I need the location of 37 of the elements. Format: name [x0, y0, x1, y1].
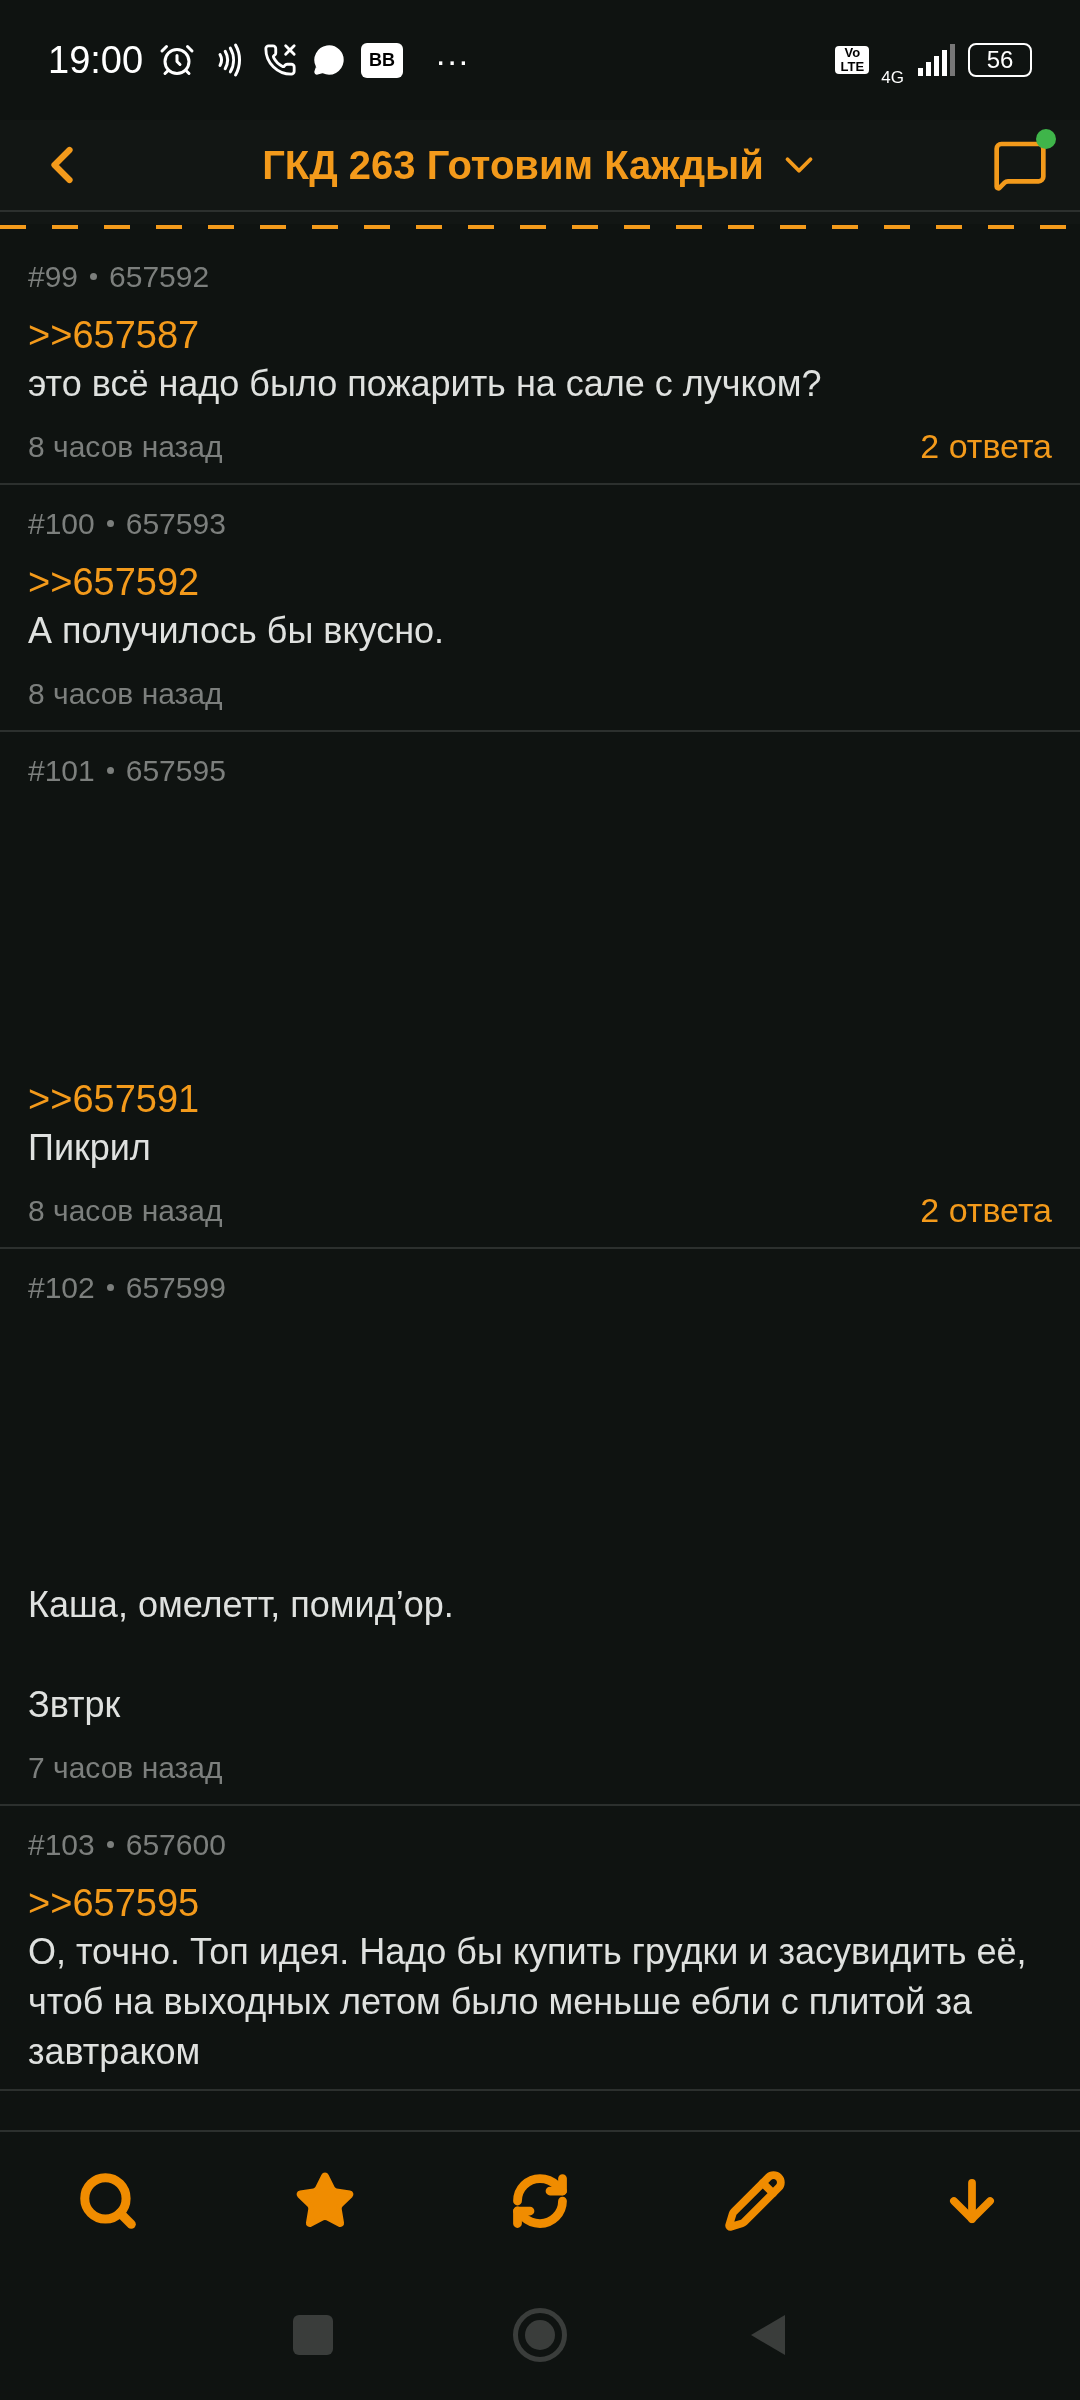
signal-icon [916, 44, 956, 76]
post-number: #100 [28, 506, 95, 542]
post-text: это всё надо было пожарить на сале с лучком? [28, 362, 823, 406]
post-id: 657595 [125, 753, 226, 789]
clock-time: 19:00 [48, 37, 144, 83]
volte-badge: Vo LTE [835, 46, 870, 74]
battery-indicator: 56 [968, 43, 1032, 77]
post-text: Каша, омелетт, помид’ор. Звтрк [28, 1583, 455, 1727]
post-number: #99 [28, 259, 79, 295]
post-number: #102 [28, 1270, 95, 1306]
post-text: Пикрил [28, 1126, 152, 1170]
thread-title[interactable]: ГКД 263 Готовим Каждый [262, 135, 764, 195]
reply-link[interactable]: >>657587 [28, 314, 200, 356]
alarm-icon [159, 42, 196, 78]
post-time: 7 часов назад [28, 1749, 223, 1786]
post-number: #103 [28, 1827, 95, 1863]
network-type: 4G [881, 67, 904, 90]
reply-link[interactable]: >>657592 [28, 561, 200, 603]
missed-call-icon [263, 43, 298, 77]
post-id: 657599 [125, 1270, 226, 1306]
post-text: О, точно. Топ идея. Надо бы купить грудки и засувидить её, чтоб на выходных летом было меньше ебли с плитой за завтраком [28, 1930, 1028, 2074]
replies-link[interactable]: 2 ответа [920, 1184, 1052, 1236]
post-text: А получилось бы вкусно. [28, 609, 446, 653]
reply-link[interactable]: >>657595 [28, 1882, 200, 1924]
post-id: 657593 [125, 506, 226, 542]
reply-link[interactable]: >>657591 [28, 1078, 200, 1120]
post-number: #101 [28, 753, 95, 789]
post-id: 657600 [125, 1827, 226, 1863]
more-notifications: ··· [435, 39, 470, 81]
post-time: 8 часов назад [28, 1192, 223, 1229]
chat-icon [313, 44, 346, 76]
app-badge: BB [361, 42, 404, 78]
post-id: 657592 [109, 259, 210, 295]
replies-link[interactable]: 2 ответа [920, 420, 1052, 472]
edit-button[interactable] [724, 2170, 787, 2232]
post-time: 8 часов назад [28, 428, 223, 465]
post-time: 8 часов назад [28, 675, 223, 712]
